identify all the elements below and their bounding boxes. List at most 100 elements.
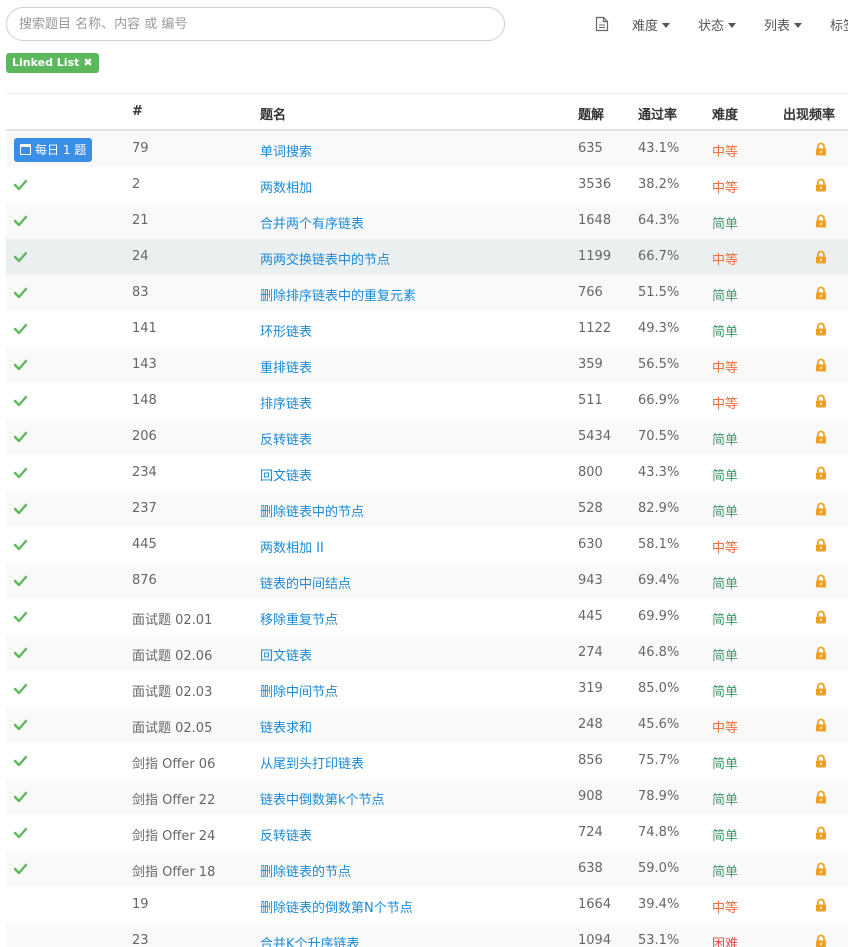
table-row[interactable]: 141 环形链表 1122 49.3% 简单	[6, 311, 848, 347]
table-row[interactable]: 面试题 02.06 回文链表 274 46.8% 简单	[6, 635, 848, 671]
problem-title-link[interactable]: 重排链表	[260, 357, 312, 376]
problem-title-link[interactable]: 从尾到头打印链表	[260, 753, 364, 772]
problem-title-link[interactable]: 两两交换链表中的节点	[260, 249, 390, 268]
acceptance-rate: 74.8%	[638, 825, 680, 840]
difficulty-label: 简单	[712, 469, 739, 484]
table-row[interactable]: 148 排序链表 511 66.9% 中等	[6, 383, 848, 419]
calendar-icon	[20, 144, 31, 155]
header-solutions[interactable]: 题解	[578, 104, 604, 123]
header-acceptance[interactable]: 通过率	[638, 104, 677, 123]
problem-id: 206	[132, 429, 157, 444]
check-icon	[14, 611, 27, 622]
solution-count: 1094	[578, 933, 612, 947]
table-row[interactable]: 83 删除排序链表中的重复元素 766 51.5% 简单	[6, 275, 848, 311]
acceptance-rate: 66.7%	[638, 249, 680, 264]
table-row[interactable]: 21 合并两个有序链表 1648 64.3% 简单	[6, 203, 848, 239]
difficulty-label: 困难	[712, 937, 739, 947]
caret-down-icon	[662, 23, 671, 28]
header-id[interactable]: #	[132, 104, 143, 119]
solution-count: 766	[578, 285, 603, 300]
check-icon	[14, 827, 27, 838]
problem-title-link[interactable]: 两数相加 II	[260, 537, 324, 556]
difficulty-label: 中等	[712, 181, 739, 196]
problem-title-link[interactable]: 反转链表	[260, 825, 312, 844]
table-row[interactable]: 每日 1 题 79 单词搜索 635 43.1% 中等	[6, 131, 848, 167]
acceptance-rate: 53.1%	[638, 933, 680, 947]
tags-dropdown-label: 标签	[830, 19, 848, 34]
status-dropdown[interactable]: 状态	[698, 15, 737, 34]
table-row[interactable]: 445 两数相加 II 630 58.1% 中等	[6, 527, 848, 563]
problem-id: 面试题 02.01	[132, 613, 213, 628]
table-row[interactable]: 24 两两交换链表中的节点 1199 66.7% 中等	[6, 239, 848, 275]
problem-title-link[interactable]: 反转链表	[260, 429, 312, 448]
problem-title-link[interactable]: 链表求和	[260, 717, 312, 736]
table-row[interactable]: 206 反转链表 5434 70.5% 简单	[6, 419, 848, 455]
table-row[interactable]: 面试题 02.05 链表求和 248 45.6% 中等	[6, 707, 848, 743]
table-row[interactable]: 面试题 02.03 删除中间节点 319 85.0% 简单	[6, 671, 848, 707]
table-row[interactable]: 23 合并K个升序链表 1094 53.1% 困难	[6, 923, 848, 947]
lock-icon	[816, 142, 826, 156]
difficulty-label: 简单	[712, 685, 739, 700]
table-row[interactable]: 剑指 Offer 22 链表中倒数第k个节点 908 78.9% 简单	[6, 779, 848, 815]
problem-title-link[interactable]: 排序链表	[260, 393, 312, 412]
lock-icon	[816, 862, 826, 876]
close-icon[interactable]: ✖	[83, 56, 92, 69]
problem-id: 剑指 Offer 18	[132, 865, 216, 880]
check-icon	[14, 575, 27, 586]
check-icon	[14, 719, 27, 730]
problem-title-link[interactable]: 合并K个升序链表	[260, 933, 360, 947]
list-dropdown[interactable]: 列表	[764, 15, 803, 34]
difficulty-label: 中等	[712, 397, 739, 412]
problem-title-link[interactable]: 回文链表	[260, 465, 312, 484]
daily-problem-badge[interactable]: 每日 1 题	[14, 138, 93, 162]
problem-title-link[interactable]: 单词搜索	[260, 141, 312, 160]
table-body: 每日 1 题 79 单词搜索 635 43.1% 中等 2 两数相加 3536 38.2% 中等 21…	[6, 131, 848, 947]
table-row[interactable]: 876 链表的中间结点 943 69.4% 简单	[6, 563, 848, 599]
lock-icon	[816, 502, 826, 516]
problem-title-link[interactable]: 删除排序链表中的重复元素	[260, 285, 416, 304]
problem-title-link[interactable]: 回文链表	[260, 645, 312, 664]
problem-title-link[interactable]: 链表的中间结点	[260, 573, 351, 592]
table-row[interactable]: 2 两数相加 3536 38.2% 中等	[6, 167, 848, 203]
table-row[interactable]: 143 重排链表 359 56.5% 中等	[6, 347, 848, 383]
document-icon[interactable]	[595, 16, 609, 32]
search-input[interactable]	[6, 7, 505, 41]
problem-id: 面试题 02.06	[132, 649, 213, 664]
problem-title-link[interactable]: 移除重复节点	[260, 609, 338, 628]
table-row[interactable]: 234 回文链表 800 43.3% 简单	[6, 455, 848, 491]
header-frequency[interactable]: 出现频率	[783, 104, 835, 123]
check-icon	[14, 179, 27, 190]
table-row[interactable]: 面试题 02.01 移除重复节点 445 69.9% 简单	[6, 599, 848, 635]
problem-id: 237	[132, 501, 157, 516]
difficulty-label: 中等	[712, 253, 739, 268]
difficulty-dropdown[interactable]: 难度	[632, 15, 671, 34]
header-title[interactable]: 题名	[260, 104, 286, 123]
problem-title-link[interactable]: 合并两个有序链表	[260, 213, 364, 232]
acceptance-rate: 59.0%	[638, 861, 680, 876]
problem-id: 剑指 Offer 22	[132, 793, 216, 808]
table-row[interactable]: 剑指 Offer 06 从尾到头打印链表 856 75.7% 简单	[6, 743, 848, 779]
daily-badge-label: 每日 1 题	[35, 143, 87, 157]
check-icon	[14, 755, 27, 766]
table-row[interactable]: 剑指 Offer 18 删除链表的节点 638 59.0% 简单	[6, 851, 848, 887]
problem-title-link[interactable]: 删除链表的倒数第N个节点	[260, 897, 413, 916]
difficulty-label: 中等	[712, 721, 739, 736]
check-icon	[14, 539, 27, 550]
difficulty-label: 简单	[712, 649, 739, 664]
tags-dropdown[interactable]: 标签	[830, 15, 848, 34]
acceptance-rate: 58.1%	[638, 537, 680, 552]
list-dropdown-label: 列表	[764, 19, 791, 34]
header-difficulty[interactable]: 难度	[712, 104, 738, 123]
difficulty-label: 中等	[712, 541, 739, 556]
problem-title-link[interactable]: 删除链表中的节点	[260, 501, 364, 520]
table-row[interactable]: 剑指 Offer 24 反转链表 724 74.8% 简单	[6, 815, 848, 851]
problem-title-link[interactable]: 链表中倒数第k个节点	[260, 789, 385, 808]
acceptance-rate: 43.1%	[638, 141, 680, 156]
lock-icon	[816, 682, 826, 696]
problem-title-link[interactable]: 两数相加	[260, 177, 312, 196]
problem-title-link[interactable]: 删除中间节点	[260, 681, 338, 700]
table-row[interactable]: 19 删除链表的倒数第N个节点 1664 39.4% 中等	[6, 887, 848, 923]
problem-title-link[interactable]: 环形链表	[260, 321, 312, 340]
table-row[interactable]: 237 删除链表中的节点 528 82.9% 简单	[6, 491, 848, 527]
problem-title-link[interactable]: 删除链表的节点	[260, 861, 351, 880]
